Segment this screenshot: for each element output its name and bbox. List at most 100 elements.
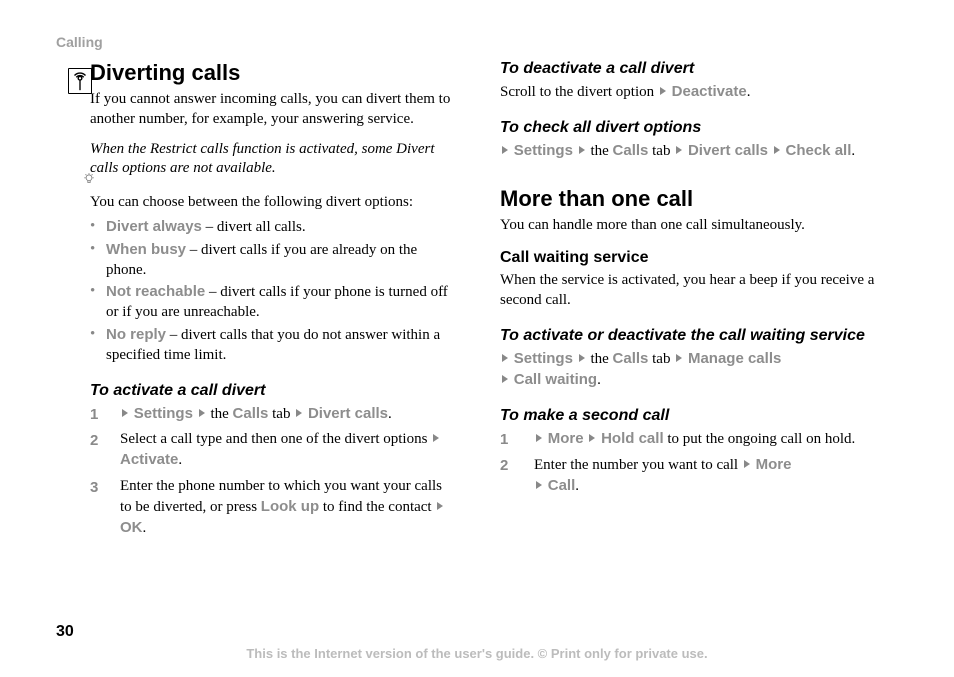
diverting-icon bbox=[68, 68, 92, 94]
page: Calling Diverting calls If you cannot an… bbox=[0, 0, 954, 677]
more-than-one-intro: You can handle more than one call simult… bbox=[500, 216, 898, 236]
restrict-note: When the Restrict calls function is acti… bbox=[90, 140, 454, 180]
text: . bbox=[747, 84, 751, 100]
divert-options-list: Divert always – divert all calls. When b… bbox=[90, 217, 454, 366]
activate-steps: 1 Settings the Calls tab Divert calls. 2… bbox=[90, 404, 454, 539]
text: the bbox=[207, 406, 233, 422]
menu-label: Look up bbox=[261, 498, 319, 515]
deactivate-heading: To deactivate a call divert bbox=[500, 60, 898, 78]
text: . bbox=[388, 406, 392, 422]
menu-label: Deactivate bbox=[672, 83, 747, 100]
activate-divert-heading: To activate a call divert bbox=[90, 382, 454, 400]
menu-label: Settings bbox=[514, 142, 573, 159]
call-waiting-text: When the service is activated, you hear … bbox=[500, 271, 898, 311]
text: . bbox=[851, 143, 855, 159]
nav-arrow-icon bbox=[122, 409, 128, 417]
menu-label: Hold call bbox=[601, 430, 664, 447]
check-all-heading: To check all divert options bbox=[500, 119, 898, 137]
step-number: 3 bbox=[90, 478, 98, 498]
nav-arrow-icon bbox=[676, 354, 682, 362]
text: tab bbox=[648, 143, 674, 159]
nav-arrow-icon bbox=[536, 434, 542, 442]
menu-label: Calls bbox=[613, 142, 649, 159]
activate-waiting-heading: To activate or deactivate the call waiti… bbox=[500, 327, 898, 345]
call-waiting-heading: Call waiting service bbox=[500, 249, 898, 267]
nav-arrow-icon bbox=[437, 502, 443, 510]
nav-arrow-icon bbox=[536, 481, 542, 489]
option-label: Not reachable bbox=[106, 283, 205, 300]
deactivate-text: Scroll to the divert option Deactivate. bbox=[500, 82, 898, 103]
menu-label: OK bbox=[120, 519, 143, 536]
option-label: No reply bbox=[106, 326, 166, 343]
menu-label: Call bbox=[548, 477, 576, 494]
text: to put the ongoing call on hold. bbox=[664, 431, 856, 447]
right-column: To deactivate a call divert Scroll to th… bbox=[500, 60, 898, 544]
option-label: When busy bbox=[106, 241, 186, 258]
text: the bbox=[587, 351, 613, 367]
list-item: Divert always – divert all calls. bbox=[90, 217, 454, 238]
menu-label: Calls bbox=[233, 405, 269, 422]
tip-bulb-icon bbox=[82, 172, 96, 190]
more-than-one-heading: More than one call bbox=[500, 186, 898, 212]
menu-label: Divert calls bbox=[308, 405, 388, 422]
list-item: No reply – divert calls that you do not … bbox=[90, 325, 454, 366]
step-1: 1 Settings the Calls tab Divert calls. bbox=[90, 404, 454, 425]
menu-label: Call waiting bbox=[514, 371, 597, 388]
menu-label: Check all bbox=[786, 142, 852, 159]
nav-arrow-icon bbox=[774, 146, 780, 154]
nav-arrow-icon bbox=[744, 460, 750, 468]
text: Select a call type and then one of the d… bbox=[120, 431, 431, 447]
step-number: 2 bbox=[500, 456, 508, 476]
section-header: Calling bbox=[56, 34, 898, 50]
second-call-steps: 1 More Hold call to put the ongoing call… bbox=[500, 429, 898, 497]
menu-label: Divert calls bbox=[688, 142, 768, 159]
option-text: – divert all calls. bbox=[202, 219, 306, 235]
nav-arrow-icon bbox=[199, 409, 205, 417]
diverting-heading: Diverting calls bbox=[90, 60, 454, 86]
activate-waiting-text: Settings the Calls tab Manage calls Call… bbox=[500, 349, 898, 391]
menu-label: Settings bbox=[514, 350, 573, 367]
nav-arrow-icon bbox=[579, 146, 585, 154]
text: . bbox=[597, 372, 601, 388]
menu-label: Settings bbox=[134, 405, 193, 422]
nav-arrow-icon bbox=[660, 87, 666, 95]
text: tab bbox=[268, 406, 294, 422]
step-number: 1 bbox=[90, 405, 98, 425]
option-label: Divert always bbox=[106, 218, 202, 235]
nav-arrow-icon bbox=[433, 434, 439, 442]
options-intro: You can choose between the following div… bbox=[90, 193, 454, 213]
step-1: 1 More Hold call to put the ongoing call… bbox=[500, 429, 898, 450]
text: the bbox=[587, 143, 613, 159]
step-number: 1 bbox=[500, 430, 508, 450]
check-all-text: Settings the Calls tab Divert calls Chec… bbox=[500, 141, 898, 162]
text: . bbox=[575, 478, 579, 494]
step-2: 2 Select a call type and then one of the… bbox=[90, 430, 454, 471]
text: . bbox=[143, 520, 147, 536]
left-column: Diverting calls If you cannot answer inc… bbox=[56, 60, 454, 544]
step-number: 2 bbox=[90, 431, 98, 451]
step-3: 3 Enter the phone number to which you wa… bbox=[90, 477, 454, 538]
page-number: 30 bbox=[56, 623, 74, 641]
menu-label: More bbox=[548, 430, 584, 447]
columns: Diverting calls If you cannot answer inc… bbox=[56, 60, 898, 544]
menu-label: Calls bbox=[613, 350, 649, 367]
menu-label: Activate bbox=[120, 451, 178, 468]
nav-arrow-icon bbox=[502, 375, 508, 383]
menu-label: Manage calls bbox=[688, 350, 781, 367]
step-2: 2 Enter the number you want to call More… bbox=[500, 455, 898, 497]
nav-arrow-icon bbox=[296, 409, 302, 417]
text: Scroll to the divert option bbox=[500, 84, 658, 100]
nav-arrow-icon bbox=[579, 354, 585, 362]
list-item: When busy – divert calls if you are alre… bbox=[90, 240, 454, 281]
text: tab bbox=[648, 351, 674, 367]
list-item: Not reachable – divert calls if your pho… bbox=[90, 282, 454, 323]
nav-arrow-icon bbox=[502, 146, 508, 154]
menu-label: More bbox=[756, 456, 792, 473]
footer-notice: This is the Internet version of the user… bbox=[0, 646, 954, 661]
text: . bbox=[178, 452, 182, 468]
diverting-intro: If you cannot answer incoming calls, you… bbox=[90, 90, 454, 130]
nav-arrow-icon bbox=[676, 146, 682, 154]
second-call-heading: To make a second call bbox=[500, 407, 898, 425]
text: to find the contact bbox=[319, 499, 435, 515]
nav-arrow-icon bbox=[589, 434, 595, 442]
